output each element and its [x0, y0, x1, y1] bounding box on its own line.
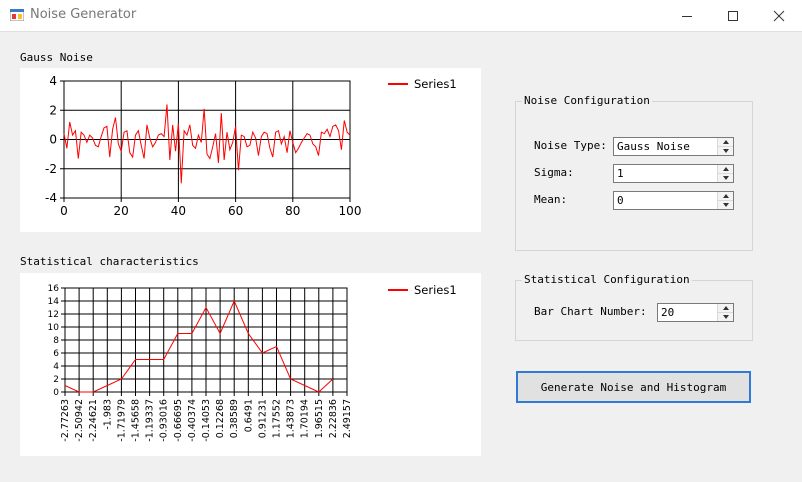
- y-tick-label: 12: [48, 310, 59, 320]
- sigma-spin-buttons: [717, 165, 733, 182]
- noise-type-label: Noise Type:: [534, 139, 607, 152]
- histogram-series-line: [64, 299, 334, 393]
- app-icon: [10, 9, 24, 21]
- sigma-label: Sigma:: [534, 166, 574, 179]
- mean-down-button[interactable]: [718, 201, 733, 209]
- y-tick-label: 0: [53, 388, 59, 398]
- legend-label: Series1: [414, 77, 457, 91]
- x-tick-label: 0: [60, 204, 68, 218]
- noise-type-selector[interactable]: Gauss Noise: [613, 137, 734, 156]
- stat-config-group: Statistical Configuration Bar Chart Numb…: [515, 273, 753, 341]
- maximize-icon: [728, 10, 738, 21]
- arrow-down-icon: [722, 149, 729, 153]
- bar-count-spin-buttons: [717, 304, 733, 321]
- sigma-value: 1: [617, 167, 624, 180]
- stats-chart: -2.77263 -2.50942 -2.24621 -1.983 -1.71979 -1…: [48, 283, 457, 442]
- x-tick-label: 0.6491: [243, 399, 254, 432]
- x-tick-label: -2.50942: [74, 399, 85, 442]
- noise-type-up-button[interactable]: [718, 138, 733, 147]
- x-tick-label: 60: [228, 204, 243, 218]
- x-tick-label: 0.91231: [257, 399, 268, 438]
- y-tick-label: 6: [53, 349, 59, 359]
- noise-chart: 0 20 40 60 80 100 -4 -2 0 2 4 Series1: [45, 74, 457, 218]
- x-tick-label: -0.14053: [201, 399, 212, 442]
- minimize-icon: [682, 15, 692, 17]
- y-tick-label: -2: [45, 162, 57, 176]
- noise-type-down-button[interactable]: [718, 147, 733, 155]
- arrow-up-icon: [722, 306, 729, 310]
- x-tick-label: 1.43873: [286, 399, 297, 438]
- x-tick-label: 20: [114, 204, 129, 218]
- mean-value: 0: [617, 194, 624, 207]
- x-tick-label: 1.96515: [314, 399, 325, 438]
- x-tick-label: 0.12268: [215, 399, 226, 438]
- noise-type-value: Gauss Noise: [617, 140, 690, 153]
- y-tick-label: 2: [53, 375, 59, 385]
- y-tick-label: 8: [53, 336, 59, 346]
- x-tick-label: -2.77263: [60, 399, 71, 442]
- x-tick-label: 40: [171, 204, 186, 218]
- bar-count-down-button[interactable]: [718, 313, 733, 321]
- title-bar: Noise Generator: [0, 0, 802, 32]
- x-tick-label: -1.19337: [145, 399, 156, 442]
- mean-label: Mean:: [534, 193, 568, 206]
- x-tick-label: -0.93016: [159, 399, 170, 442]
- noise-type-spin-buttons: [717, 138, 733, 155]
- stats-chart-panel: -2.77263 -2.50942 -2.24621 -1.983 -1.71979 -1…: [20, 273, 481, 456]
- y-tick-label: -4: [45, 191, 57, 205]
- bar-count-label: Bar Chart Number:: [534, 305, 647, 318]
- y-tick-label: 16: [48, 284, 60, 294]
- y-tick-label: 0: [49, 133, 57, 147]
- mean-input[interactable]: 0: [613, 191, 734, 210]
- x-tick-label: 2.49157: [342, 399, 353, 438]
- arrow-down-icon: [722, 203, 729, 207]
- stats-chart-label: Statistical characteristics: [20, 255, 199, 268]
- x-tick-label: -0.40374: [187, 399, 198, 442]
- x-tick-label: 1.17552: [272, 399, 283, 438]
- maximize-button[interactable]: [710, 0, 756, 31]
- noise-chart-panel: 0 20 40 60 80 100 -4 -2 0 2 4 Series1: [20, 68, 481, 232]
- x-tick-label: -1.71979: [116, 399, 127, 442]
- x-tick-label: 2.22836: [328, 399, 339, 438]
- noise-series-line: [63, 104, 351, 184]
- generate-button-label: Generate Noise and Histogram: [540, 380, 727, 394]
- arrow-up-icon: [722, 140, 729, 144]
- x-tick-label: -0.66695: [173, 399, 184, 442]
- stat-config-title: Statistical Configuration: [522, 273, 692, 286]
- generate-button[interactable]: Generate Noise and Histogram: [516, 371, 751, 403]
- arrow-down-icon: [722, 176, 729, 180]
- arrow-up-icon: [722, 167, 729, 171]
- x-tick-label: -1.983: [102, 399, 113, 430]
- y-tick-label: 10: [48, 323, 60, 333]
- sigma-down-button[interactable]: [718, 174, 733, 182]
- y-tick-label: 4: [53, 362, 59, 372]
- y-tick-label: 2: [49, 103, 57, 117]
- x-tick-label: 80: [285, 204, 300, 218]
- x-tick-label: -1.45658: [131, 399, 142, 442]
- bar-count-up-button[interactable]: [718, 304, 733, 313]
- noise-config-group: Noise Configuration Noise Type: Gauss No…: [515, 94, 753, 251]
- noise-config-title: Noise Configuration: [522, 94, 652, 107]
- minimize-button[interactable]: [664, 0, 710, 31]
- close-icon: [773, 10, 785, 21]
- arrow-up-icon: [722, 194, 729, 198]
- sigma-input[interactable]: 1: [613, 164, 734, 183]
- y-tick-label: 14: [48, 297, 60, 307]
- arrow-down-icon: [722, 315, 729, 319]
- x-tick-label: 0.38589: [229, 399, 240, 438]
- mean-up-button[interactable]: [718, 192, 733, 201]
- noise-chart-label: Gauss Noise: [20, 51, 93, 64]
- bar-count-input[interactable]: 20: [657, 303, 734, 322]
- close-button[interactable]: [756, 0, 802, 31]
- x-tick-label: -2.24621: [88, 399, 99, 442]
- bar-count-value: 20: [661, 306, 675, 319]
- legend-label: Series1: [414, 283, 457, 297]
- x-tick-label: 100: [339, 204, 362, 218]
- y-tick-label: 4: [49, 74, 57, 88]
- x-tick-label: 1.70194: [300, 399, 311, 438]
- sigma-up-button[interactable]: [718, 165, 733, 174]
- mean-spin-buttons: [717, 192, 733, 209]
- window-title: Noise Generator: [30, 7, 137, 22]
